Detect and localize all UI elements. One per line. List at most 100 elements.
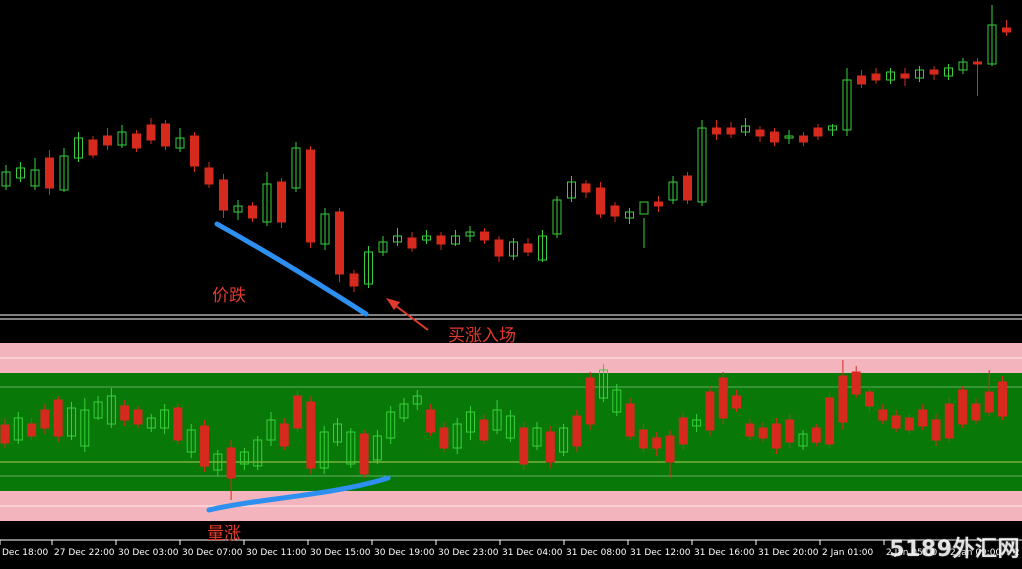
candle-body [891, 415, 901, 429]
candle-body [639, 201, 649, 215]
price-candle [465, 226, 475, 242]
candle-body [904, 417, 914, 431]
indicator-candle [359, 430, 369, 478]
price-candle [581, 180, 591, 198]
price-candle [726, 122, 736, 138]
price-candle [741, 118, 750, 136]
candle-body [132, 133, 141, 149]
price-candle [1, 165, 11, 190]
candle-body [683, 175, 692, 201]
x-tick-label: 30 Dec 15:00 [310, 548, 371, 558]
price-drop-label: 价跌 [212, 286, 246, 306]
candle-body [665, 435, 675, 463]
candle-body [572, 415, 582, 447]
indicator-candle [173, 404, 183, 444]
candle-body [732, 395, 741, 409]
price-candle [712, 120, 721, 140]
price-candle [509, 238, 518, 260]
candle-body [436, 235, 446, 245]
price-candle [16, 162, 25, 182]
price-candle [755, 126, 765, 142]
candle-body [480, 231, 489, 241]
candle-body [45, 157, 54, 189]
candle-body [40, 409, 50, 429]
price-candle [45, 150, 54, 195]
candle-body [53, 399, 63, 437]
indicator-candle [572, 410, 582, 452]
candle-body [226, 447, 236, 479]
candle-body [407, 237, 417, 249]
x-tick-label: 31 Dec 16:00 [694, 548, 755, 558]
price-candle [1002, 20, 1011, 36]
x-tick-label: Dec 18:00 [2, 548, 48, 558]
indicator-candle [53, 396, 63, 442]
x-tick-label: 30 Dec 07:00 [182, 548, 243, 558]
price-candle [842, 68, 852, 136]
candle-body [219, 179, 228, 211]
price-candle [161, 120, 170, 150]
price-candle [697, 120, 707, 206]
candle-body [0, 424, 10, 444]
price-candle [813, 124, 823, 140]
price-candle [552, 196, 562, 238]
candle-body [678, 417, 688, 445]
candle-body [705, 391, 715, 431]
x-tick-label: 27 Dec 22:00 [54, 548, 115, 558]
indicator-candle [625, 398, 635, 440]
candle-body [27, 423, 37, 437]
candle-body [585, 377, 595, 425]
candle-body [712, 127, 721, 135]
x-tick-label: 31 Dec 20:00 [758, 548, 819, 558]
candle-body [293, 395, 303, 429]
candle-body [545, 431, 555, 463]
candle-body [190, 135, 199, 167]
candle-body [610, 205, 620, 217]
price-candle [596, 182, 605, 218]
price-candle [248, 202, 257, 222]
indicator-candle [293, 390, 303, 432]
candle-body [596, 187, 605, 215]
candle-body [479, 419, 489, 441]
candle-body [918, 409, 928, 427]
x-tick-label: 31 Dec 12:00 [630, 548, 691, 558]
candle-body [638, 429, 648, 449]
volume-rise-label: 量涨 [207, 524, 241, 544]
price-candle [770, 128, 779, 146]
price-candle [683, 172, 692, 204]
price-candle [436, 232, 446, 250]
price-candle [349, 270, 359, 292]
candle-body [494, 239, 504, 257]
price-candle [480, 228, 489, 244]
price-candle [523, 238, 533, 256]
price-chart: Dec 18:00 27 Dec 22:00 30 Dec 03:00 30 Dec … [0, 5, 1022, 558]
candle-body [799, 135, 808, 143]
candle-body [758, 427, 768, 439]
price-candle [784, 130, 794, 144]
price-candle [900, 68, 910, 86]
candle-body [248, 205, 257, 219]
x-tick-label: 30 Dec 03:00 [118, 548, 179, 558]
price-candle [538, 230, 547, 262]
candle-body [1002, 27, 1011, 33]
price-candle [639, 201, 649, 248]
price-candle [929, 66, 939, 80]
price-candle [799, 132, 808, 146]
price-candle [320, 208, 330, 250]
indicator-candle [718, 372, 728, 424]
price-candle [146, 118, 156, 144]
candle-body [161, 123, 170, 147]
candle-body [811, 427, 821, 443]
entry-arrow [391, 302, 429, 331]
price-candle [958, 58, 968, 74]
candle-body [931, 419, 941, 441]
candle-body [204, 167, 214, 185]
price-candle [915, 66, 924, 82]
candle-body [825, 397, 835, 445]
price-candle [654, 196, 663, 212]
price-candle [886, 68, 895, 84]
price-candle [190, 132, 199, 172]
price-candle [103, 128, 112, 150]
price-candle [364, 246, 373, 288]
x-tick-label: 31 Dec 04:00 [502, 548, 563, 558]
price-candle [175, 128, 185, 152]
